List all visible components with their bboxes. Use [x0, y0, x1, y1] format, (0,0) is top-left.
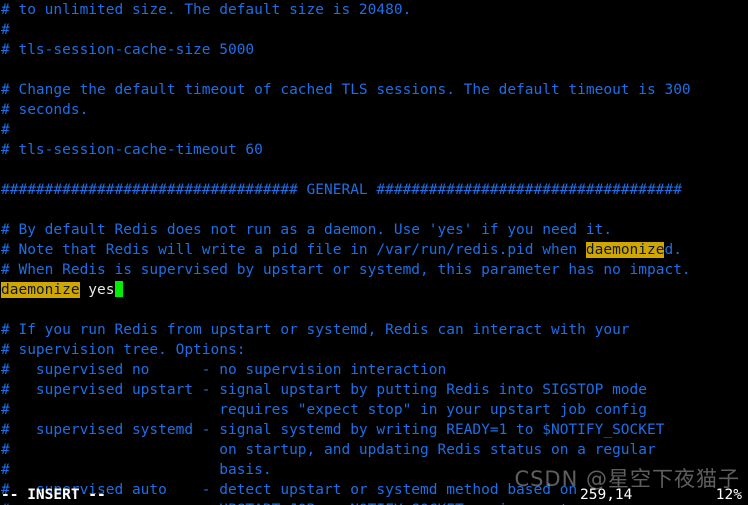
editor-text: # supervised systemd - signal systemd by… [1, 422, 665, 438]
editor-line[interactable]: # basis. [0, 460, 748, 480]
scroll-percentage-indicator: 12% [715, 487, 742, 503]
editor-line[interactable]: # [0, 20, 748, 40]
editor-text: # supervision tree. Options: [1, 342, 246, 358]
cursor-position-indicator: 259,14 [580, 487, 633, 503]
editor-text: # If you run Redis from upstart or syste… [1, 322, 630, 338]
editor-line[interactable]: # on startup, and updating Redis status … [0, 440, 748, 460]
editor-line[interactable]: daemonize yes [0, 280, 748, 300]
editor-line[interactable]: # supervised systemd - signal systemd by… [0, 420, 748, 440]
editor-text: # When Redis is supervised by upstart or… [1, 262, 691, 278]
editor-text: # Change the default timeout of cached T… [1, 82, 691, 98]
text-cursor [114, 281, 123, 297]
editor-line[interactable]: # tls-session-cache-timeout 60 [0, 140, 748, 160]
editor-text: # tls-session-cache-size 5000 [1, 42, 255, 58]
search-match-highlight: daemonize [585, 242, 665, 258]
editor-line[interactable]: # to unlimited size. The default size is… [0, 0, 748, 20]
editor-line[interactable]: # If you run Redis from upstart or syste… [0, 320, 748, 340]
editor-text: yes [79, 282, 115, 298]
editor-text: # By default Redis does not run as a dae… [1, 222, 613, 238]
editor-text: # supervised upstart - signal upstart by… [1, 382, 648, 398]
editor-line[interactable]: # By default Redis does not run as a dae… [0, 220, 748, 240]
editor-line[interactable] [0, 160, 748, 180]
editor-line[interactable]: ################################## GENER… [0, 180, 748, 200]
editor-line[interactable]: # supervised upstart - signal upstart by… [0, 380, 748, 400]
vim-text-buffer[interactable]: # to unlimited size. The default size is… [0, 0, 748, 505]
editor-line[interactable]: # tls-session-cache-size 5000 [0, 40, 748, 60]
editor-text: # [1, 22, 10, 38]
editor-text: # basis. [1, 462, 272, 478]
editor-line[interactable]: # requires "expect stop" in your upstart… [0, 400, 748, 420]
editor-text: d. [664, 242, 682, 258]
editor-line[interactable] [0, 200, 748, 220]
editor-line[interactable]: # Change the default timeout of cached T… [0, 80, 748, 100]
editor-line[interactable]: # supervision tree. Options: [0, 340, 748, 360]
editor-text: ################################## GENER… [1, 182, 682, 198]
editor-text: # supervised no - no supervision interac… [1, 362, 447, 378]
vim-mode-indicator: -- INSERT -- [1, 487, 106, 503]
editor-text: # tls-session-cache-timeout 60 [1, 142, 263, 158]
editor-text: # on startup, and updating Redis status … [1, 442, 656, 458]
terminal-window[interactable]: # to unlimited size. The default size is… [0, 0, 748, 505]
vim-status-line: -- INSERT -- 259,14 12% [0, 485, 748, 505]
editor-line[interactable]: # seconds. [0, 100, 748, 120]
editor-line[interactable]: # Note that Redis will write a pid file … [0, 240, 748, 260]
editor-line[interactable] [0, 300, 748, 320]
editor-line[interactable]: # supervised no - no supervision interac… [0, 360, 748, 380]
editor-text: # [1, 122, 10, 138]
editor-line[interactable]: # [0, 120, 748, 140]
editor-line[interactable]: # When Redis is supervised by upstart or… [0, 260, 748, 280]
editor-text: # Note that Redis will write a pid file … [1, 242, 586, 258]
editor-text: # requires "expect stop" in your upstart… [1, 402, 648, 418]
editor-text: # seconds. [1, 102, 89, 118]
search-match-highlight: daemonize [1, 282, 80, 298]
editor-text: # to unlimited size. The default size is… [1, 2, 412, 18]
editor-line[interactable] [0, 60, 748, 80]
